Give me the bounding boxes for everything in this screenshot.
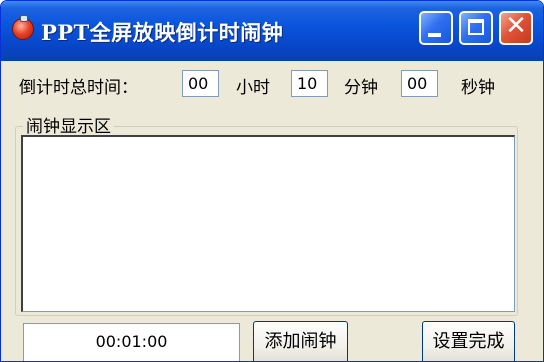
seconds-unit-label: 秒钟 bbox=[461, 78, 495, 98]
alarm-clock-icon bbox=[12, 15, 34, 40]
minimize-button[interactable] bbox=[419, 11, 453, 45]
minimize-icon bbox=[428, 33, 441, 37]
add-alarm-button[interactable]: 添加闹钟 bbox=[253, 321, 348, 361]
minutes-input[interactable]: 10 bbox=[291, 70, 328, 97]
total-time-label: 倒计时总时间： bbox=[19, 78, 138, 98]
maximize-button[interactable] bbox=[459, 11, 493, 45]
close-button[interactable]: ✕ bbox=[499, 11, 533, 45]
app-window: PPT全屏放映倒计时闹钟 ✕ 倒计时总时间： 00 小时 10 分钟 00 秒钟… bbox=[0, 0, 544, 362]
seconds-input[interactable]: 00 bbox=[401, 70, 438, 97]
title-bar[interactable]: PPT全屏放映倒计时闹钟 ✕ bbox=[1, 1, 543, 61]
maximize-icon bbox=[468, 19, 484, 35]
minutes-unit-label: 分钟 bbox=[344, 78, 378, 98]
setup-done-button[interactable]: 设置完成 bbox=[422, 321, 515, 361]
alarm-display-title: 闹钟显示区 bbox=[23, 112, 114, 137]
hours-input[interactable]: 00 bbox=[182, 70, 219, 97]
alarm-time-input[interactable]: 00:01:00 bbox=[23, 323, 240, 361]
hours-unit-label: 小时 bbox=[236, 78, 270, 98]
window-title: PPT全屏放映倒计时闹钟 bbox=[41, 20, 284, 45]
close-icon: ✕ bbox=[505, 11, 527, 41]
alarm-display-area[interactable] bbox=[21, 135, 515, 312]
